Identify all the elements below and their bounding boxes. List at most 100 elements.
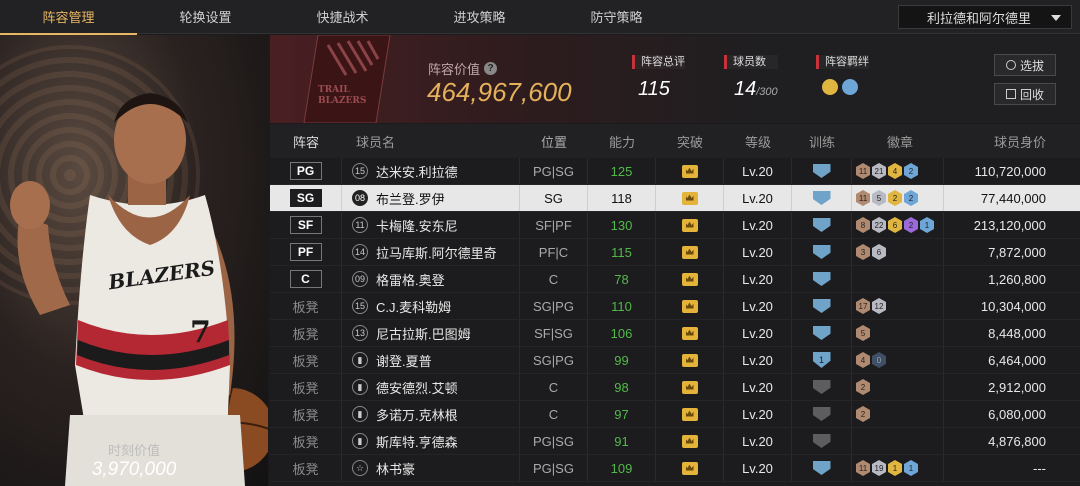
bond-blue-icon[interactable] — [842, 79, 858, 95]
name-cell[interactable]: 11 卡梅隆.安东尼 — [342, 212, 520, 238]
breakthrough-cell[interactable] — [656, 239, 724, 265]
table-row[interactable]: SG 08 布兰登.罗伊 SG 118 Lv.20 11 5 2 2 77,440,00… — [270, 185, 1080, 212]
recycle-button[interactable]: 回收 — [994, 83, 1056, 105]
name-cell[interactable]: 14 拉马库斯.阿尔德里奇 — [342, 239, 520, 265]
badges-cell[interactable]: 40 — [852, 347, 944, 373]
training-cell[interactable] — [792, 185, 852, 211]
team-dropdown[interactable]: 利拉德和阿尔德里 — [898, 5, 1072, 29]
badges-cell[interactable]: 36 — [852, 239, 944, 265]
training-shield-icon[interactable]: 1 — [812, 352, 831, 368]
help-icon[interactable]: ? — [484, 62, 498, 75]
training-cell[interactable]: 1 — [792, 347, 852, 373]
slot-cell[interactable]: 板凳 — [270, 455, 342, 481]
slot-cell[interactable]: 板凳 — [270, 428, 342, 454]
breakthrough-cell[interactable] — [656, 158, 724, 184]
name-cell[interactable]: 09 格雷格.奥登 — [342, 266, 520, 292]
tab-offense[interactable]: 进攻策略 — [411, 0, 548, 34]
table-row[interactable]: 板凳 13 尼古拉斯.巴图姆 SF|SG 106 Lv.20 5 8,448,00… — [270, 320, 1080, 347]
training-shield-icon[interactable] — [812, 272, 831, 286]
breakthrough-cell[interactable] — [656, 428, 724, 454]
col-badges[interactable]: 徽章 — [852, 124, 944, 158]
col-ability[interactable]: 能力 — [588, 124, 656, 158]
training-shield-icon[interactable] — [812, 380, 831, 394]
table-row[interactable]: 板凳 ☆ 林书豪 PG|SG 109 Lv.20 11 19 1 1 --- — [270, 455, 1080, 482]
badges-cell[interactable]: 8 22 6 2 1 — [852, 212, 944, 238]
name-cell[interactable]: ▮ 德安德烈.艾顿 — [342, 374, 520, 400]
breakthrough-cell[interactable] — [656, 347, 724, 373]
tab-lineup[interactable]: 阵容管理 — [0, 0, 137, 35]
col-slot[interactable]: 阵容 — [270, 124, 342, 158]
table-row[interactable]: PF 14 拉马库斯.阿尔德里奇 PF|C 115 Lv.20 36 7,872,… — [270, 239, 1080, 266]
name-cell[interactable]: 15 达米安.利拉德 — [342, 158, 520, 184]
table-row[interactable]: 板凳 ▮ 谢登.夏普 SG|PG 99 Lv.20 1 40 6,464,000 — [270, 347, 1080, 374]
training-shield-icon[interactable] — [812, 164, 831, 178]
training-shield-icon[interactable] — [812, 407, 831, 421]
training-cell[interactable] — [792, 374, 852, 400]
badges-cell[interactable]: 17 12 — [852, 293, 944, 319]
tab-rotation[interactable]: 轮换设置 — [137, 0, 274, 34]
training-cell[interactable] — [792, 455, 852, 481]
name-cell[interactable]: ▮ 谢登.夏普 — [342, 347, 520, 373]
pick-button[interactable]: 选拔 — [994, 54, 1056, 76]
training-shield-icon[interactable] — [812, 218, 831, 232]
slot-cell[interactable]: 板凳 — [270, 293, 342, 319]
training-cell[interactable] — [792, 158, 852, 184]
slot-cell[interactable]: PF — [270, 239, 342, 265]
breakthrough-cell[interactable] — [656, 266, 724, 292]
badges-cell[interactable]: 2 — [852, 401, 944, 427]
breakthrough-cell[interactable] — [656, 455, 724, 481]
training-shield-icon[interactable] — [812, 299, 831, 313]
badges-cell[interactable]: 5 — [852, 320, 944, 346]
breakthrough-cell[interactable] — [656, 293, 724, 319]
name-cell[interactable]: 08 布兰登.罗伊 — [342, 185, 520, 211]
slot-cell[interactable]: SF — [270, 212, 342, 238]
table-row[interactable]: SF 11 卡梅隆.安东尼 SF|PF 130 Lv.20 8 22 6 2 1 213,… — [270, 212, 1080, 239]
slot-cell[interactable]: 板凳 — [270, 401, 342, 427]
training-shield-icon[interactable] — [812, 245, 831, 259]
training-cell[interactable] — [792, 428, 852, 454]
slot-cell[interactable]: PG — [270, 158, 342, 184]
table-row[interactable]: PG 15 达米安.利拉德 PG|SG 125 Lv.20 11 21 4 2 110,… — [270, 158, 1080, 185]
training-cell[interactable] — [792, 293, 852, 319]
bond-gold-icon[interactable] — [822, 79, 838, 95]
table-row[interactable]: 板凳 ▮ 德安德烈.艾顿 C 98 Lv.20 2 2,912,000 — [270, 374, 1080, 401]
breakthrough-cell[interactable] — [656, 401, 724, 427]
badges-cell[interactable]: 11 21 4 2 — [852, 158, 944, 184]
slot-cell[interactable]: 板凳 — [270, 347, 342, 373]
slot-cell[interactable]: SG — [270, 185, 342, 211]
col-level[interactable]: 等级 — [724, 124, 792, 158]
breakthrough-cell[interactable] — [656, 212, 724, 238]
tab-defense[interactable]: 防守策略 — [548, 0, 685, 34]
training-cell[interactable] — [792, 401, 852, 427]
name-cell[interactable]: 15 C.J.麦科勒姆 — [342, 293, 520, 319]
badges-cell[interactable]: 11 5 2 2 — [852, 185, 944, 211]
col-name[interactable]: 球员名 — [342, 124, 520, 158]
tab-quick-tactics[interactable]: 快捷战术 — [274, 0, 411, 34]
slot-cell[interactable]: 板凳 — [270, 320, 342, 346]
training-cell[interactable] — [792, 212, 852, 238]
badges-cell[interactable]: 2 — [852, 374, 944, 400]
col-position[interactable]: 位置 — [520, 124, 588, 158]
training-cell[interactable] — [792, 320, 852, 346]
training-shield-icon[interactable] — [812, 434, 831, 448]
training-shield-icon[interactable] — [812, 191, 831, 205]
breakthrough-cell[interactable] — [656, 320, 724, 346]
col-value[interactable]: 球员身价 — [944, 124, 1060, 158]
training-shield-icon[interactable] — [812, 326, 831, 340]
slot-cell[interactable]: 板凳 — [270, 374, 342, 400]
table-row[interactable]: 板凳 ▮ 多诺万.克林根 C 97 Lv.20 2 6,080,000 — [270, 401, 1080, 428]
col-training[interactable]: 训练 — [792, 124, 852, 158]
badges-cell[interactable]: 11 19 1 1 — [852, 455, 944, 481]
slot-cell[interactable]: C — [270, 266, 342, 292]
training-shield-icon[interactable] — [812, 461, 831, 475]
breakthrough-cell[interactable] — [656, 374, 724, 400]
name-cell[interactable]: ▮ 斯库特.亨德森 — [342, 428, 520, 454]
name-cell[interactable]: ☆ 林书豪 — [342, 455, 520, 481]
training-cell[interactable] — [792, 239, 852, 265]
col-breakthrough[interactable]: 突破 — [656, 124, 724, 158]
training-cell[interactable] — [792, 266, 852, 292]
name-cell[interactable]: 13 尼古拉斯.巴图姆 — [342, 320, 520, 346]
badges-cell[interactable] — [852, 266, 944, 292]
table-row[interactable]: C 09 格雷格.奥登 C 78 Lv.20 1,260,800 — [270, 266, 1080, 293]
name-cell[interactable]: ▮ 多诺万.克林根 — [342, 401, 520, 427]
